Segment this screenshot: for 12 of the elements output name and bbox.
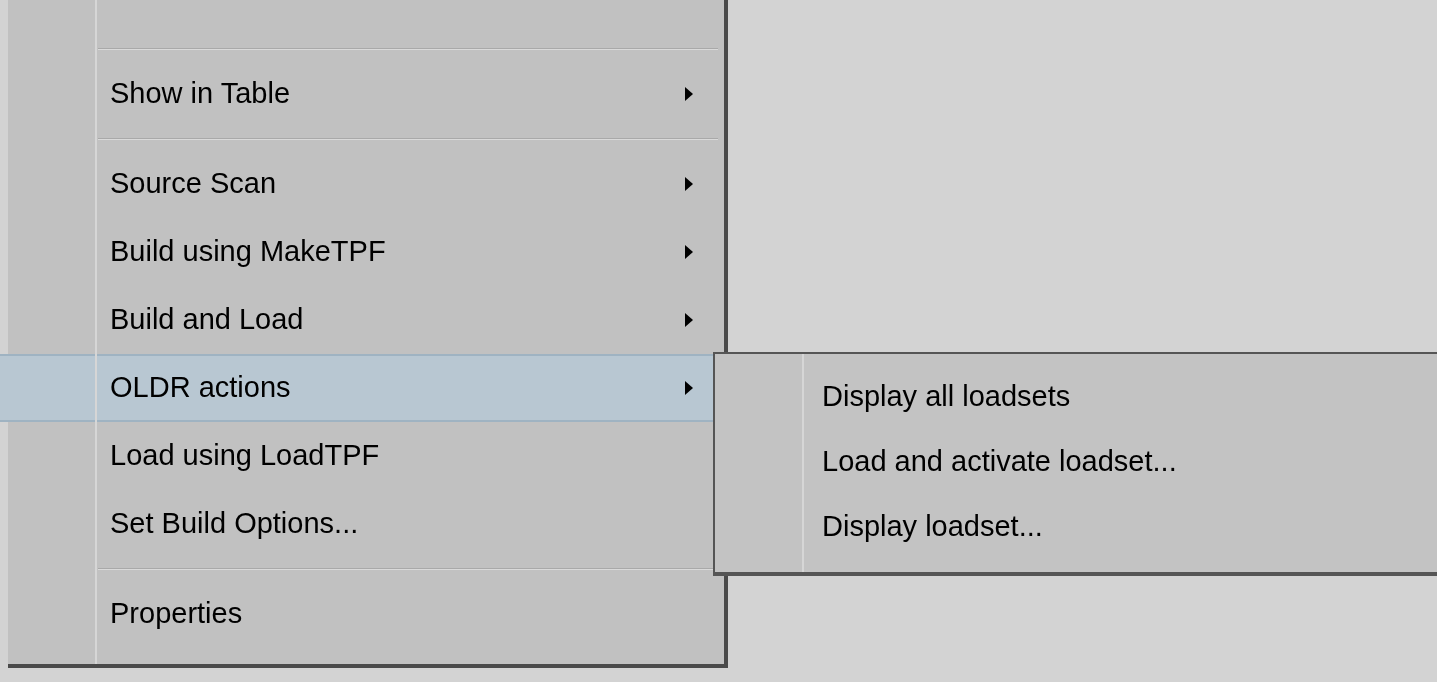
submenu-arrow-icon	[684, 86, 694, 102]
menu-item[interactable]: Properties	[8, 580, 724, 648]
menu-item[interactable]: Show in Table	[8, 60, 724, 128]
submenu-arrow-icon	[684, 312, 694, 328]
menu-item[interactable]: Display loadset...	[715, 494, 1437, 559]
submenu-arrow-icon	[684, 380, 694, 396]
submenu-arrow-icon	[684, 244, 694, 260]
submenu-arrow-icon	[684, 176, 694, 192]
menu-item[interactable]: Load and activate loadset...	[715, 429, 1437, 494]
menu-item[interactable]: Build and Load	[8, 286, 724, 354]
menu-item[interactable]: Build using MakeTPF	[8, 218, 724, 286]
menu-item[interactable]: Source Scan	[8, 150, 724, 218]
